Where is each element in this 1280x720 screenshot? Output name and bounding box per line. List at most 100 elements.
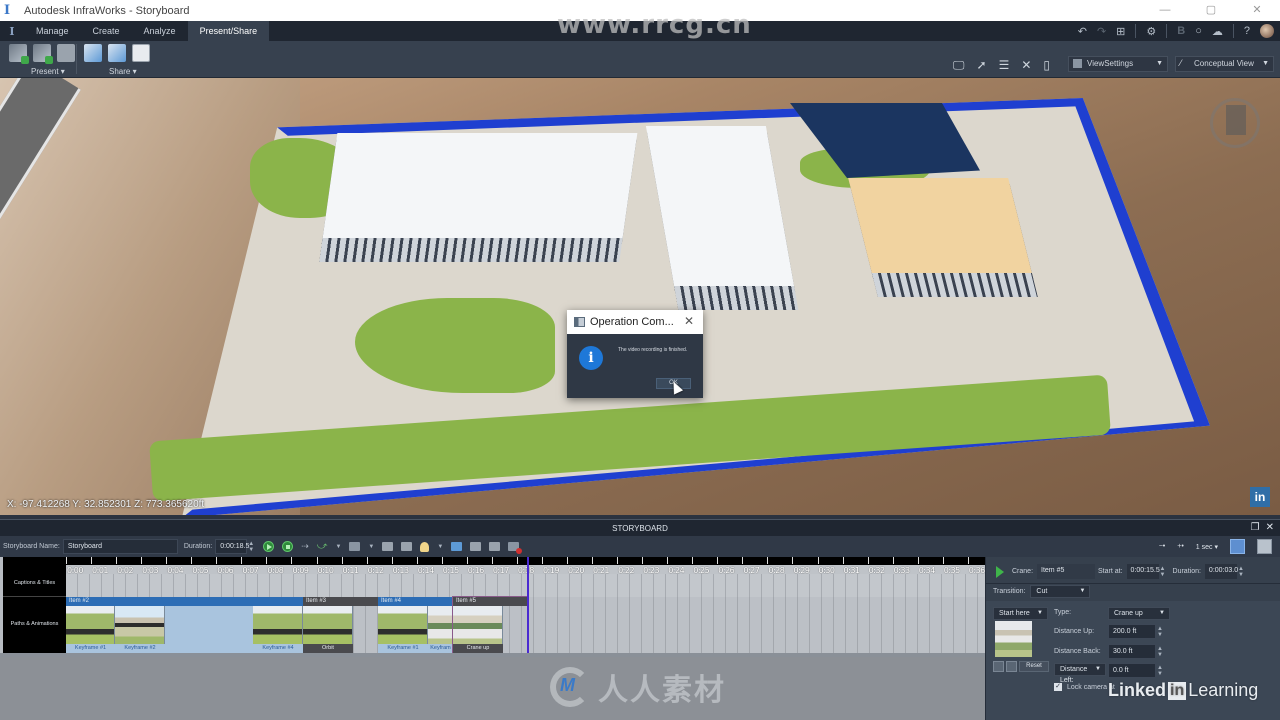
measure-x-icon[interactable]: ✕ (1021, 58, 1031, 73)
step-forward-icon[interactable]: ⇢ (301, 541, 309, 552)
close-panel-icon[interactable]: ✕ (1266, 522, 1274, 533)
bookmark-icon[interactable] (57, 44, 75, 62)
timeline-item-4[interactable]: Item #4 Keyframe #1 Keyfram (378, 597, 453, 653)
timeline-item-5[interactable]: Item #5 Crane up (452, 596, 529, 654)
captions-track[interactable] (66, 574, 985, 597)
keyframe-thumbnail[interactable] (303, 606, 353, 644)
chevron-down-icon[interactable]: ▼ (437, 544, 443, 550)
preview-play-button[interactable] (996, 565, 1004, 578)
chevron-down-icon[interactable]: ▼ (335, 544, 341, 550)
learning-text: Learning (1188, 680, 1259, 700)
visual-style-dropdown[interactable]: ⁄ Conceptual View ▼ (1175, 56, 1274, 72)
playhead[interactable] (527, 557, 529, 653)
view-settings-dropdown[interactable]: ViewSettings ▼ (1068, 56, 1168, 72)
float-panel-icon[interactable]: ❐ (1251, 522, 1260, 533)
stop-button[interactable] (282, 541, 294, 552)
storyboard-name-input[interactable]: Storyboard (62, 539, 178, 554)
lock-camera-checkbox[interactable]: ✓ (1054, 683, 1062, 691)
close-window-button[interactable]: ✕ (1234, 0, 1280, 21)
duration-spinner[interactable]: ▲ ▼ (247, 541, 255, 553)
fit-view-icon[interactable]: ⊞ (1116, 25, 1125, 38)
chevron-down-icon[interactable]: ▼ (368, 544, 374, 550)
save-image-icon[interactable] (132, 44, 150, 62)
item-duration-input[interactable]: 0:00:03.0 (1204, 564, 1238, 579)
viewcube-icon[interactable] (1210, 98, 1260, 148)
play-button[interactable] (263, 541, 275, 552)
avatar[interactable] (1260, 24, 1274, 38)
redo-icon[interactable]: ↷ (1097, 25, 1106, 38)
start-here-dropdown[interactable]: Start here ▼ (993, 607, 1048, 620)
time-scale-dropdown[interactable]: 1 sec ▾ (1196, 543, 1218, 551)
cloud-icon[interactable]: ☁ (1212, 25, 1223, 38)
minimize-button[interactable]: — (1142, 0, 1188, 21)
tab-manage[interactable]: Manage (24, 21, 81, 41)
tab-analyze[interactable]: Analyze (132, 21, 188, 41)
capture-camera-icon[interactable] (993, 661, 1004, 672)
panel-icon[interactable]: ▯ (1043, 58, 1050, 73)
keyframe-thumbnail[interactable] (66, 606, 115, 644)
zoom-in-icon[interactable]: +• (1177, 543, 1184, 550)
divider (1232, 24, 1234, 38)
export-storyboard-icon[interactable] (470, 542, 482, 551)
distance-back-spinner[interactable]: ▲ ▼ (1156, 646, 1164, 658)
distance-back-input[interactable]: 30.0 ft (1108, 644, 1156, 659)
distance-left-spinner[interactable]: ▲ ▼ (1156, 665, 1164, 677)
layer-icon[interactable]: ☰ (999, 58, 1010, 73)
zoom-out-icon[interactable]: −• (1159, 543, 1166, 550)
app-menu-icon[interactable]: I (0, 25, 24, 38)
time-ruler[interactable]: 0:00 0:01 0:02 0:03 0:04 0:05 0:06 0:07 0:08 0:09… (66, 557, 985, 575)
properties-toggle[interactable] (1257, 539, 1272, 554)
delete-storyboard-icon[interactable] (508, 542, 523, 554)
present-group-label[interactable]: Present ▾ (31, 67, 65, 76)
gear-icon[interactable]: ⚙ (1146, 25, 1156, 38)
bold-b-icon[interactable]: B (1177, 25, 1185, 37)
keyframe-thumbnail[interactable] (115, 606, 165, 644)
item-name-input[interactable]: Item #5 (1037, 564, 1096, 579)
add-title-icon[interactable] (401, 542, 413, 551)
go-to-view-icon[interactable] (1006, 661, 1017, 672)
maximize-button[interactable]: ▢ (1188, 0, 1234, 21)
distance-left-input[interactable]: 0.0 ft (1108, 663, 1156, 678)
save-storyboard-icon[interactable] (489, 542, 501, 551)
circle-icon[interactable]: ○ (1195, 25, 1202, 37)
timeline-item-3[interactable]: Item #3 Orbit (303, 597, 378, 653)
paths-track[interactable]: Item #2 Keyframe #1 Keyframe #2 Keyframe… (66, 596, 985, 654)
close-icon[interactable]: ✕ (684, 314, 694, 328)
linkedin-learning-watermark: Linked in Learning (1108, 680, 1258, 701)
add-camera-icon[interactable] (349, 542, 361, 551)
storyboard-timeline[interactable]: Captions & Titles Paths & Animations 0:0… (0, 557, 985, 657)
new-storyboard-icon[interactable] (9, 44, 29, 64)
export-icon[interactable] (84, 44, 102, 62)
start-at-input[interactable]: 0:00:15.5 (1126, 564, 1160, 579)
play-storyboard-icon[interactable] (33, 44, 53, 64)
ruler-mark (617, 557, 619, 564)
undo-icon[interactable]: ↶ (1078, 25, 1087, 38)
type-dropdown[interactable]: Crane up ▼ (1108, 607, 1170, 620)
help-icon[interactable]: ? (1244, 25, 1250, 37)
tab-create[interactable]: Create (81, 21, 132, 41)
publish-icon[interactable] (108, 44, 126, 62)
edit-mode-toggle[interactable] (1230, 539, 1245, 554)
keyframe-thumbnail[interactable] (453, 606, 503, 644)
keyframe-thumbnail[interactable] (378, 606, 428, 644)
distance-up-spinner[interactable]: ▲ ▼ (1156, 626, 1164, 638)
distance-left-dropdown[interactable]: Distance Left: ▼ (1054, 663, 1106, 684)
import-icon[interactable] (451, 542, 463, 551)
add-path-icon[interactable]: ⤻ (317, 541, 328, 552)
keyframe-thumbnail[interactable] (428, 606, 453, 644)
item-duration-spinner[interactable]: ▲ ▼ (1237, 566, 1245, 578)
duration-input[interactable]: 0:00:18.5 (215, 539, 249, 554)
share-group-label[interactable]: Share ▾ (109, 67, 137, 76)
add-caption-icon[interactable] (382, 542, 394, 551)
transition-dropdown[interactable]: Cut ▼ (1030, 585, 1091, 598)
monitor-icon[interactable]: 🖵 (953, 58, 965, 73)
select-arrow-icon[interactable]: ➚ (977, 58, 987, 73)
keyframe-thumbnail[interactable] (253, 606, 303, 644)
reset-button[interactable]: Reset (1019, 661, 1049, 672)
timeline-item-2[interactable]: Item #2 Keyframe #1 Keyframe #2 Keyframe… (66, 597, 303, 653)
distance-up-input[interactable]: 200.0 ft (1108, 624, 1156, 639)
sun-light-icon[interactable] (420, 541, 430, 552)
3d-viewport[interactable]: X: -97.412268 Y: 32.852301 Z: 773.365620… (0, 78, 1280, 515)
start-at-spinner[interactable]: ▲ ▼ (1159, 566, 1167, 578)
tab-present-share[interactable]: Present/Share (187, 21, 270, 41)
